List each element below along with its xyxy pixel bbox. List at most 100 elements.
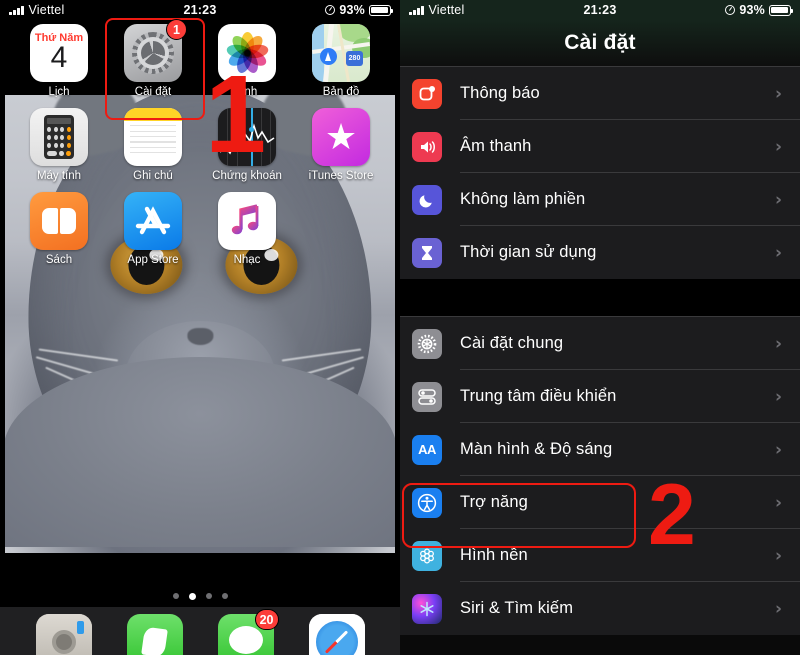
notifications-icon	[412, 78, 442, 109]
calendar-icon: Thứ Năm 4	[30, 24, 88, 82]
settings-row-wallpaper[interactable]: Hình nền ›	[400, 529, 800, 582]
chevron-right-icon: ›	[774, 439, 782, 460]
app-label: App Store	[127, 254, 179, 266]
settings-row-label: Không làm phiền	[460, 190, 586, 208]
page-dot[interactable]	[221, 593, 228, 599]
status-bar-right: 93%	[725, 3, 794, 17]
calculator-icon	[30, 108, 88, 166]
app-icon-music[interactable]: Nhạc	[200, 192, 294, 266]
settings-row-label: Hình nền	[460, 546, 528, 564]
battery-icon	[369, 4, 394, 16]
chevron-right-icon: ›	[774, 83, 782, 104]
maps-route-shield: 280	[346, 51, 363, 66]
app-label: Ghi chú	[133, 170, 173, 182]
music-note-glyph	[231, 204, 259, 235]
chevron-right-icon: ›	[774, 333, 782, 354]
page-title: Cài đặt	[564, 31, 636, 54]
do-not-disturb-moon-icon	[412, 184, 442, 215]
app-icon-itunes-store[interactable]: ★ iTunes Store	[294, 108, 388, 182]
settings-row-label: Màn hình & Độ sáng	[460, 440, 613, 458]
app-label: iTunes Store	[308, 170, 374, 182]
chevron-right-icon: ›	[774, 136, 782, 157]
home-screen-panel: Viettel 21:23 93% Thứ Năm 4 Lịch 1 Cài đ…	[0, 0, 400, 655]
battery-icon	[769, 4, 794, 16]
wallpaper-flower-icon	[412, 540, 442, 571]
app-icon-calculator[interactable]: Máy tính	[12, 108, 106, 182]
status-bar-right: 93%	[325, 3, 394, 17]
calendar-day: 4	[50, 40, 68, 74]
location-services-icon	[725, 5, 736, 15]
app-label: Máy tính	[36, 170, 82, 182]
dock-app-phone[interactable]	[109, 614, 200, 655]
itunes-store-star-icon: ★	[312, 108, 370, 166]
maps-icon: 280	[312, 24, 370, 82]
app-label: Lịch	[48, 86, 70, 98]
page-dot[interactable]	[205, 593, 212, 599]
app-store-glyph	[135, 206, 171, 235]
app-label: Sách	[45, 254, 73, 266]
page-dot-active[interactable]	[188, 593, 196, 600]
app-row-2: Máy tính Ghi chú Chứng khoán ★ iTunes St…	[12, 108, 388, 182]
chevron-right-icon: ›	[774, 189, 782, 210]
settings-row-control-center[interactable]: Trung tâm điều khiển ›	[400, 370, 800, 423]
settings-panel: Viettel 21:23 93% Cài đặt Thông báo › Âm…	[400, 0, 800, 655]
app-icon-maps[interactable]: 280 Bản đồ	[294, 24, 388, 98]
annotation-step-2: 2	[648, 467, 696, 563]
cat-nose	[187, 327, 213, 345]
app-label: Nhạc	[233, 254, 261, 266]
settings-row-label: Âm thanh	[460, 137, 532, 155]
music-note-icon	[218, 192, 276, 250]
chevron-right-icon: ›	[774, 545, 782, 566]
app-icon-notes[interactable]: Ghi chú	[106, 108, 200, 182]
dock-app-safari[interactable]	[291, 614, 382, 655]
settings-row-display-brightness[interactable]: AA Màn hình & Độ sáng ›	[400, 423, 800, 476]
dock-app-camera[interactable]	[18, 614, 109, 655]
app-row-3: Sách App Store Nhạc	[12, 192, 388, 266]
settings-row-label: Thông báo	[460, 84, 540, 102]
app-icon-app-store[interactable]: App Store	[106, 192, 200, 266]
settings-row-notifications[interactable]: Thông báo ›	[400, 67, 800, 120]
display-brightness-aa-icon: AA	[412, 434, 442, 465]
settings-row-label: Trung tâm điều khiển	[460, 387, 617, 405]
app-grid: Thứ Năm 4 Lịch 1 Cài đặt Ảnh 280 Bản đồ …	[0, 19, 400, 266]
settings-status-bar: Viettel 21:23 93%	[400, 0, 800, 20]
camera-icon	[35, 614, 92, 655]
page-dots[interactable]	[0, 593, 400, 600]
location-services-icon	[325, 5, 336, 15]
chevron-right-icon: ›	[774, 386, 782, 407]
dock: 20	[0, 607, 400, 655]
chevron-right-icon: ›	[774, 598, 782, 619]
app-icon-books[interactable]: Sách	[12, 192, 106, 266]
books-icon	[30, 192, 88, 250]
safari-compass-icon	[308, 614, 365, 655]
control-center-toggles-icon	[412, 381, 442, 412]
app-icon-settings[interactable]: 1 Cài đặt	[106, 19, 200, 98]
settings-row-screen-time[interactable]: Thời gian sử dụng ›	[400, 226, 800, 279]
sounds-speaker-icon	[412, 131, 442, 162]
phone-icon	[126, 614, 183, 655]
battery-percent-label: 93%	[739, 3, 765, 17]
maps-pin-icon	[320, 48, 337, 65]
settings-row-siri-search[interactable]: Siri & Tìm kiếm ›	[400, 582, 800, 635]
settings-row-sounds[interactable]: Âm thanh ›	[400, 120, 800, 173]
settings-row-general[interactable]: Cài đặt chung ›	[400, 317, 800, 370]
app-row-1: Thứ Năm 4 Lịch 1 Cài đặt Ảnh 280 Bản đồ	[12, 19, 388, 98]
settings-badge: 1	[166, 19, 187, 40]
page-dot[interactable]	[172, 593, 179, 599]
settings-group-1: Thông báo › Âm thanh › Không làm phiền ›…	[400, 67, 800, 279]
annotation-step-1: 1	[205, 53, 267, 176]
settings-row-label: Thời gian sử dụng	[460, 243, 597, 261]
screen-time-hourglass-icon	[412, 237, 442, 268]
group-gap	[400, 279, 800, 316]
accessibility-icon	[412, 487, 442, 518]
settings-group-2: Cài đặt chung › Trung tâm điều khiển › A…	[400, 317, 800, 635]
settings-row-accessibility[interactable]: Trợ năng ›	[400, 476, 800, 529]
dock-app-messages[interactable]: 20	[200, 609, 291, 655]
notes-icon	[124, 108, 182, 166]
settings-row-do-not-disturb[interactable]: Không làm phiền ›	[400, 173, 800, 226]
navigation-bar: Cài đặt	[400, 20, 800, 66]
app-icon-calendar[interactable]: Thứ Năm 4 Lịch	[12, 24, 106, 98]
battery-percent-label: 93%	[339, 3, 365, 17]
app-label: Bản đồ	[322, 86, 360, 98]
settings-row-label: Siri & Tìm kiếm	[460, 599, 574, 617]
